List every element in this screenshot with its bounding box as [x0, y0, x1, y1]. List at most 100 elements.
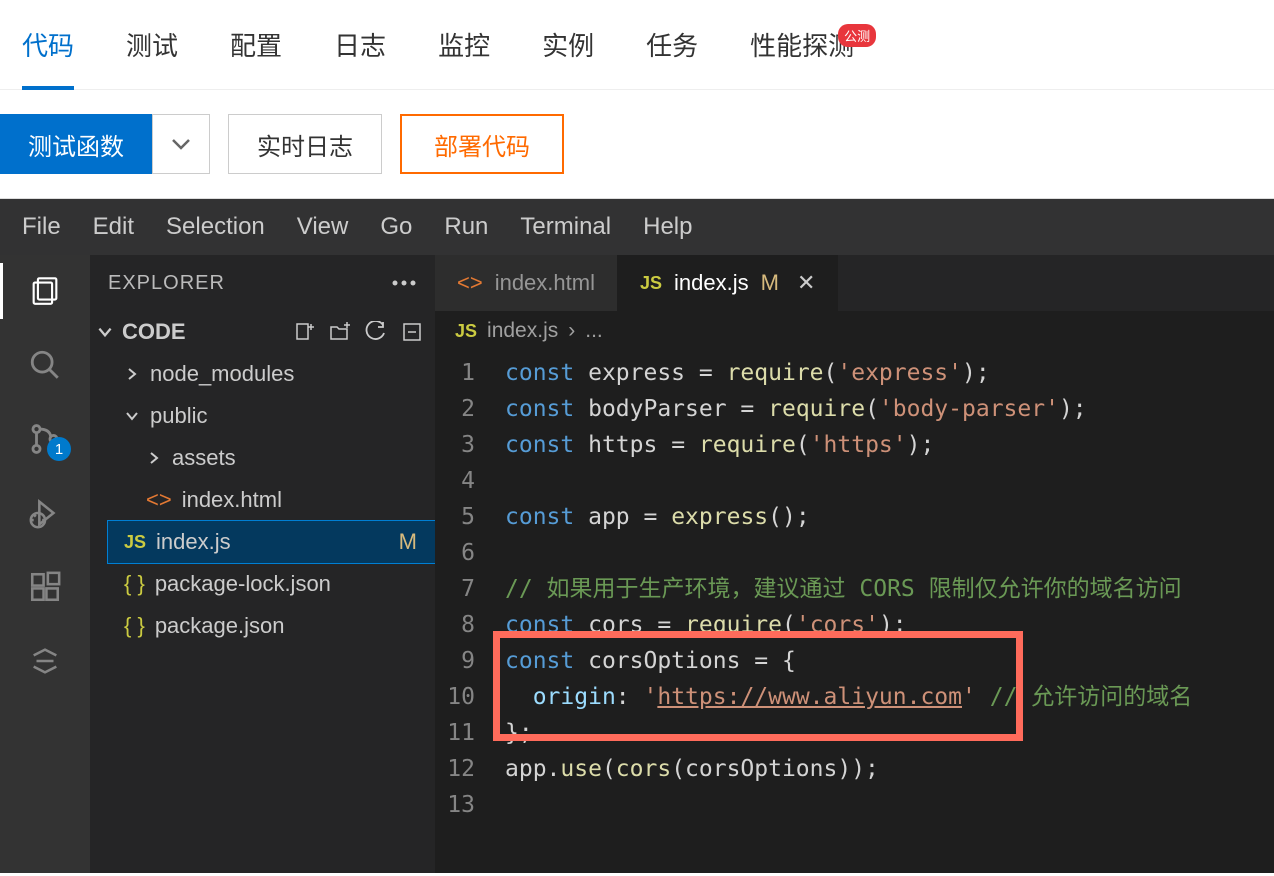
test-function-button[interactable]: 测试函数 — [0, 114, 152, 174]
line-number: 8 — [435, 607, 505, 643]
code-content: const corsOptions = { — [505, 643, 796, 679]
chevron-icon — [124, 366, 140, 382]
menu-bar: File Edit Selection View Go Run Terminal Help — [0, 199, 1274, 255]
code-line-5: 5const app = express(); — [435, 499, 1274, 535]
top-tab-3[interactable]: 日志 — [334, 0, 386, 90]
tree-item-label: node_modules — [150, 361, 294, 387]
chevron-down-icon — [96, 323, 114, 341]
sidebar-header: EXPLORER — [90, 255, 435, 311]
explorer-icon[interactable] — [27, 273, 63, 309]
menu-terminal[interactable]: Terminal — [520, 213, 611, 241]
tree-item-label: package.json — [155, 613, 285, 639]
chevron-down-icon — [172, 138, 190, 150]
top-tab-7[interactable]: 性能探测公测 — [750, 0, 854, 90]
code-line-8: 8const cors = require('cors'); — [435, 607, 1274, 643]
tree-item-label: package-lock.json — [155, 571, 331, 597]
tree-item-label: index.js — [156, 529, 231, 555]
editor-tabs: <>index.html JS index.js M ✕ — [435, 255, 1274, 311]
extensions-icon[interactable] — [27, 569, 63, 605]
realtime-log-button[interactable]: 实时日志 — [228, 114, 382, 174]
folder-public[interactable]: public — [108, 395, 435, 437]
js-icon: JS — [455, 321, 477, 342]
code-line-13: 13 — [435, 787, 1274, 823]
folder-assets[interactable]: assets — [108, 437, 435, 479]
folder-node_modules[interactable]: node_modules — [108, 353, 435, 395]
menu-selection[interactable]: Selection — [166, 213, 265, 241]
modified-indicator: M — [761, 270, 779, 296]
file-package-json[interactable]: { } package.json — [108, 605, 435, 647]
top-tab-6[interactable]: 任务 — [646, 0, 698, 90]
menu-help[interactable]: Help — [643, 213, 692, 241]
test-function-dropdown[interactable] — [152, 114, 210, 174]
sidebar-more-icon[interactable] — [391, 274, 417, 292]
sidebar-title: EXPLORER — [108, 272, 225, 295]
top-tab-0[interactable]: 代码 — [22, 0, 74, 90]
sidebar: EXPLORER CODE node_modulespublicassets<>… — [90, 255, 435, 873]
code-line-6: 6 — [435, 535, 1274, 571]
code-content: // 如果用于生产环境，建议通过 CORS 限制仅允许你的域名访问 — [505, 571, 1182, 607]
line-number: 10 — [435, 679, 505, 715]
breadcrumb-file: index.js — [487, 319, 558, 343]
top-tab-5[interactable]: 实例 — [542, 0, 594, 90]
json-icon: { } — [124, 613, 145, 639]
test-function-group: 测试函数 — [0, 114, 210, 174]
code-line-11: 11}; — [435, 715, 1274, 751]
line-number: 4 — [435, 463, 505, 499]
line-number: 5 — [435, 499, 505, 535]
search-icon[interactable] — [27, 347, 63, 383]
menu-edit[interactable]: Edit — [93, 213, 134, 241]
js-icon: JS — [640, 273, 662, 294]
line-number: 11 — [435, 715, 505, 751]
file-index-html[interactable]: <>index.html — [108, 479, 435, 521]
code-editor[interactable]: 1const express = require('express');2con… — [435, 351, 1274, 823]
line-number: 9 — [435, 643, 505, 679]
top-tab-2[interactable]: 配置 — [230, 0, 282, 90]
beta-badge: 公测 — [838, 24, 876, 47]
menu-file[interactable]: File — [22, 213, 61, 241]
scm-badge: 1 — [47, 437, 71, 461]
refresh-icon[interactable] — [365, 321, 387, 343]
code-content: const express = require('express'); — [505, 355, 990, 391]
folder-root-label: CODE — [122, 319, 186, 345]
code-line-7: 7// 如果用于生产环境，建议通过 CORS 限制仅允许你的域名访问 — [435, 571, 1274, 607]
file-package-lock-json[interactable]: { } package-lock.json — [108, 563, 435, 605]
tab-index-js[interactable]: JS index.js M ✕ — [618, 255, 838, 311]
top-tab-1[interactable]: 测试 — [126, 0, 178, 90]
html-icon: <> — [146, 487, 172, 513]
code-line-4: 4 — [435, 463, 1274, 499]
line-number: 13 — [435, 787, 505, 823]
folder-root[interactable]: CODE — [90, 311, 435, 353]
tab-label: index.html — [495, 270, 595, 296]
menu-view[interactable]: View — [297, 213, 349, 241]
code-line-3: 3const https = require('https'); — [435, 427, 1274, 463]
activity-bar: 1 — [0, 255, 90, 873]
line-number: 12 — [435, 751, 505, 787]
tab-label: index.js — [674, 270, 749, 296]
code-content: const bodyParser = require('body-parser'… — [505, 391, 1087, 427]
toolbar: 测试函数 实时日志 部署代码 — [0, 90, 1274, 199]
code-area: <>index.html JS index.js M ✕ JS index.js › .… — [435, 255, 1274, 873]
code-line-12: 12app.use(cors(corsOptions)); — [435, 751, 1274, 787]
new-folder-icon[interactable] — [329, 321, 351, 343]
menu-go[interactable]: Go — [380, 213, 412, 241]
collapse-icon[interactable] — [401, 321, 423, 343]
file-index-js[interactable]: JSindex.jsM — [108, 521, 435, 563]
code-content: origin: 'https://www.aliyun.com' // 允许访问… — [505, 679, 1192, 715]
tab-index-html[interactable]: <>index.html — [435, 255, 618, 311]
code-content: const cors = require('cors'); — [505, 607, 907, 643]
top-tab-4[interactable]: 监控 — [438, 0, 490, 90]
json-icon: { } — [124, 571, 145, 597]
new-file-icon[interactable] — [293, 321, 315, 343]
line-number: 6 — [435, 535, 505, 571]
menu-run[interactable]: Run — [444, 213, 488, 241]
debug-icon[interactable] — [27, 495, 63, 531]
aliyun-icon[interactable] — [27, 643, 63, 679]
editor-body: 1 EXPLORER CODE — [0, 255, 1274, 873]
source-control-icon[interactable]: 1 — [27, 421, 63, 457]
breadcrumb[interactable]: JS index.js › ... — [435, 311, 1274, 351]
deploy-code-button[interactable]: 部署代码 — [400, 114, 564, 174]
code-line-9: 9const corsOptions = { — [435, 643, 1274, 679]
file-tree: node_modulespublicassets<>index.htmlJSin… — [90, 353, 435, 647]
chevron-icon — [124, 408, 140, 424]
close-icon[interactable]: ✕ — [797, 270, 815, 296]
